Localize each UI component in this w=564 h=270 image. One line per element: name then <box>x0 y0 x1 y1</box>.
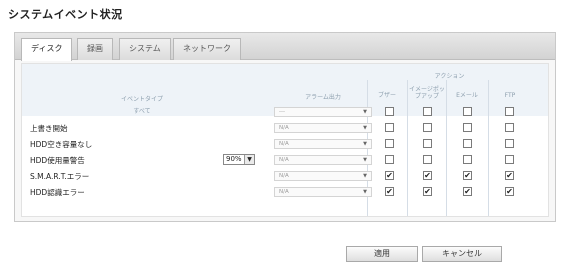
event-label-hdd-recognition-error: HDD認識エラー <box>30 188 85 197</box>
all-alarm-select[interactable]: --- ▼ <box>274 107 372 117</box>
event-label-overwrite: 上書き開始 <box>30 124 68 133</box>
all-row-label: すべて <box>133 108 151 115</box>
page-title: システムイベント状況 <box>8 8 123 21</box>
tab-system[interactable]: システム <box>119 38 171 60</box>
ftp-header: FTP <box>504 92 516 99</box>
event-label-hdd-full: HDD空き容量なし <box>30 140 93 149</box>
all-email-checkbox[interactable] <box>463 107 472 116</box>
threshold-select[interactable]: 90% ▼ <box>223 154 255 165</box>
all-buzzer-checkbox[interactable] <box>385 107 394 116</box>
event-table: アクション イベントタイプ アラーム出力 ブザー イメージポップアップ Eメール… <box>21 63 549 217</box>
tab-disk[interactable]: ディスク <box>21 38 73 61</box>
event-label-smart-error: S.M.A.R.T.エラー <box>30 172 90 181</box>
settings-panel: ディスク 録画 システム ネットワーク アクション イベントタイプ アラーム出力… <box>14 32 556 222</box>
chevron-down-icon: ▼ <box>363 189 367 195</box>
action-group-header: アクション <box>434 73 465 80</box>
email-checkbox[interactable]: ✔ <box>463 187 472 196</box>
tab-recording[interactable]: 録画 <box>77 38 113 60</box>
buzzer-checkbox[interactable]: ✔ <box>385 171 394 180</box>
alarm-select-hdd-recognition-error[interactable]: N/A ▼ <box>274 187 372 197</box>
popup-checkbox[interactable] <box>423 123 432 132</box>
event-label-hdd-usage: HDD使用量警告 <box>30 156 85 165</box>
chevron-down-icon: ▼ <box>363 141 367 147</box>
email-checkbox[interactable] <box>463 139 472 148</box>
email-checkbox[interactable] <box>463 155 472 164</box>
buzzer-checkbox[interactable]: ✔ <box>385 187 394 196</box>
all-popup-checkbox[interactable] <box>423 107 432 116</box>
alarm-select-hdd-full[interactable]: N/A ▼ <box>274 139 372 149</box>
all-ftp-checkbox[interactable] <box>505 107 514 116</box>
ftp-checkbox[interactable]: ✔ <box>505 187 514 196</box>
alarm-select-overwrite[interactable]: N/A ▼ <box>274 123 372 133</box>
buzzer-checkbox[interactable] <box>385 155 394 164</box>
chevron-down-icon: ▼ <box>244 155 254 164</box>
tab-bar: ディスク 録画 システム ネットワーク <box>15 33 555 61</box>
column-divider <box>488 80 489 216</box>
popup-checkbox[interactable]: ✔ <box>423 171 432 180</box>
chevron-down-icon: ▼ <box>363 109 367 115</box>
popup-checkbox[interactable]: ✔ <box>423 187 432 196</box>
alarm-select-hdd-usage[interactable]: N/A ▼ <box>274 155 372 165</box>
image-popup-header: イメージポップアップ <box>409 86 445 100</box>
email-header: Eメール <box>456 92 478 99</box>
email-checkbox[interactable]: ✔ <box>463 171 472 180</box>
ftp-checkbox[interactable] <box>505 155 514 164</box>
alarm-select-smart-error[interactable]: N/A ▼ <box>274 171 372 181</box>
chevron-down-icon: ▼ <box>363 157 367 163</box>
event-type-header: イベントタイプ <box>120 96 163 103</box>
column-divider <box>407 80 408 216</box>
chevron-down-icon: ▼ <box>363 173 367 179</box>
alarm-output-header: アラーム出力 <box>305 94 341 101</box>
email-checkbox[interactable] <box>463 123 472 132</box>
buzzer-checkbox[interactable] <box>385 123 394 132</box>
popup-checkbox[interactable] <box>423 139 432 148</box>
ftp-checkbox[interactable]: ✔ <box>505 171 514 180</box>
popup-checkbox[interactable] <box>423 155 432 164</box>
cancel-button[interactable]: キャンセル <box>422 246 502 262</box>
apply-button[interactable]: 適用 <box>346 246 418 262</box>
ftp-checkbox[interactable] <box>505 123 514 132</box>
chevron-down-icon: ▼ <box>363 125 367 131</box>
buzzer-header: ブザー <box>377 92 396 99</box>
buzzer-checkbox[interactable] <box>385 139 394 148</box>
tab-network[interactable]: ネットワーク <box>173 38 241 60</box>
column-divider <box>446 80 447 216</box>
ftp-checkbox[interactable] <box>505 139 514 148</box>
